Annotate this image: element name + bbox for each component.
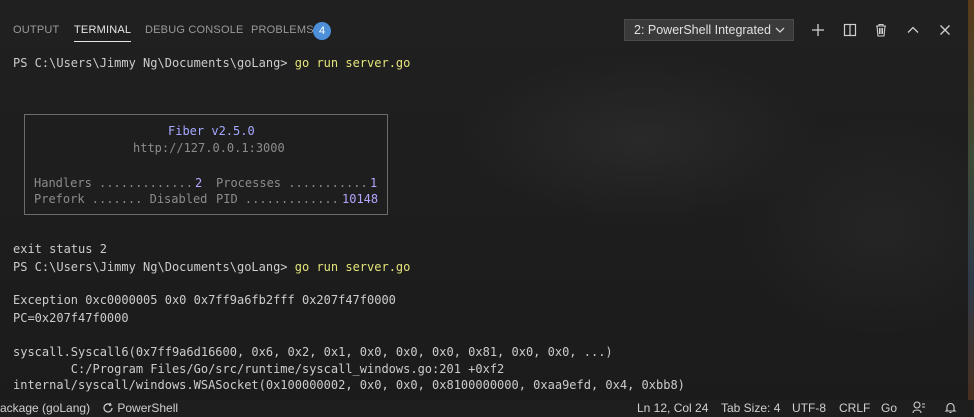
terminal-line: PS C:\Users\Jimmy Ng\Documents\goLang> g… — [13, 260, 411, 274]
banner-divider — [25, 162, 387, 163]
terminal-line: PS C:\Users\Jimmy Ng\Documents\goLang> g… — [13, 56, 411, 70]
pid-label: PID ............. — [216, 192, 339, 206]
terminal-line: C:/Program Files/Go/src/runtime/syscall_… — [13, 362, 505, 376]
status-encoding[interactable]: UTF-8 — [792, 401, 826, 415]
sync-icon — [103, 402, 113, 413]
terminal-line: syscall.Syscall6(0x7ff9a6d16600, 0x6, 0x… — [13, 345, 613, 359]
status-shell[interactable]: PowerShell — [102, 401, 178, 415]
terminal-output[interactable]: PS C:\Users\Jimmy Ng\Documents\goLang> g… — [0, 0, 974, 400]
terminal-line: PC=0x207f47f0000 — [13, 311, 129, 325]
status-language[interactable]: Go — [881, 401, 897, 415]
fiber-banner: Fiber v2.5.0 http://127.0.0.1:3000 Handl… — [24, 114, 388, 215]
processes-value: 1 — [370, 176, 378, 190]
terminal-line: Exception 0xc0000005 0x0 0x7ff9a6fb2fff … — [13, 293, 396, 307]
prefork-label: Prefork ....... Disabled — [34, 192, 208, 206]
pid-value: 10148 — [342, 192, 379, 206]
handlers-label: Handlers ............. — [34, 176, 193, 190]
fiber-version-title: Fiber v2.5.0 — [168, 124, 255, 138]
status-bar: ackage (goLang) PowerShell Ln 12, Col 24… — [0, 400, 974, 415]
terminal-line: internal/syscall/windows.WSASocket(0x100… — [13, 378, 685, 392]
processes-label: Processes ........... — [216, 176, 368, 190]
handlers-value: 2 — [195, 176, 203, 190]
status-cursor-position[interactable]: Ln 12, Col 24 — [637, 401, 708, 415]
status-package[interactable]: ackage (goLang) — [0, 401, 90, 415]
terminal-line: exit status 2 — [13, 242, 107, 256]
fiber-url: http://127.0.0.1:3000 — [133, 141, 285, 155]
status-tab-size[interactable]: Tab Size: 4 — [721, 401, 780, 415]
status-eol[interactable]: CRLF — [839, 401, 870, 415]
